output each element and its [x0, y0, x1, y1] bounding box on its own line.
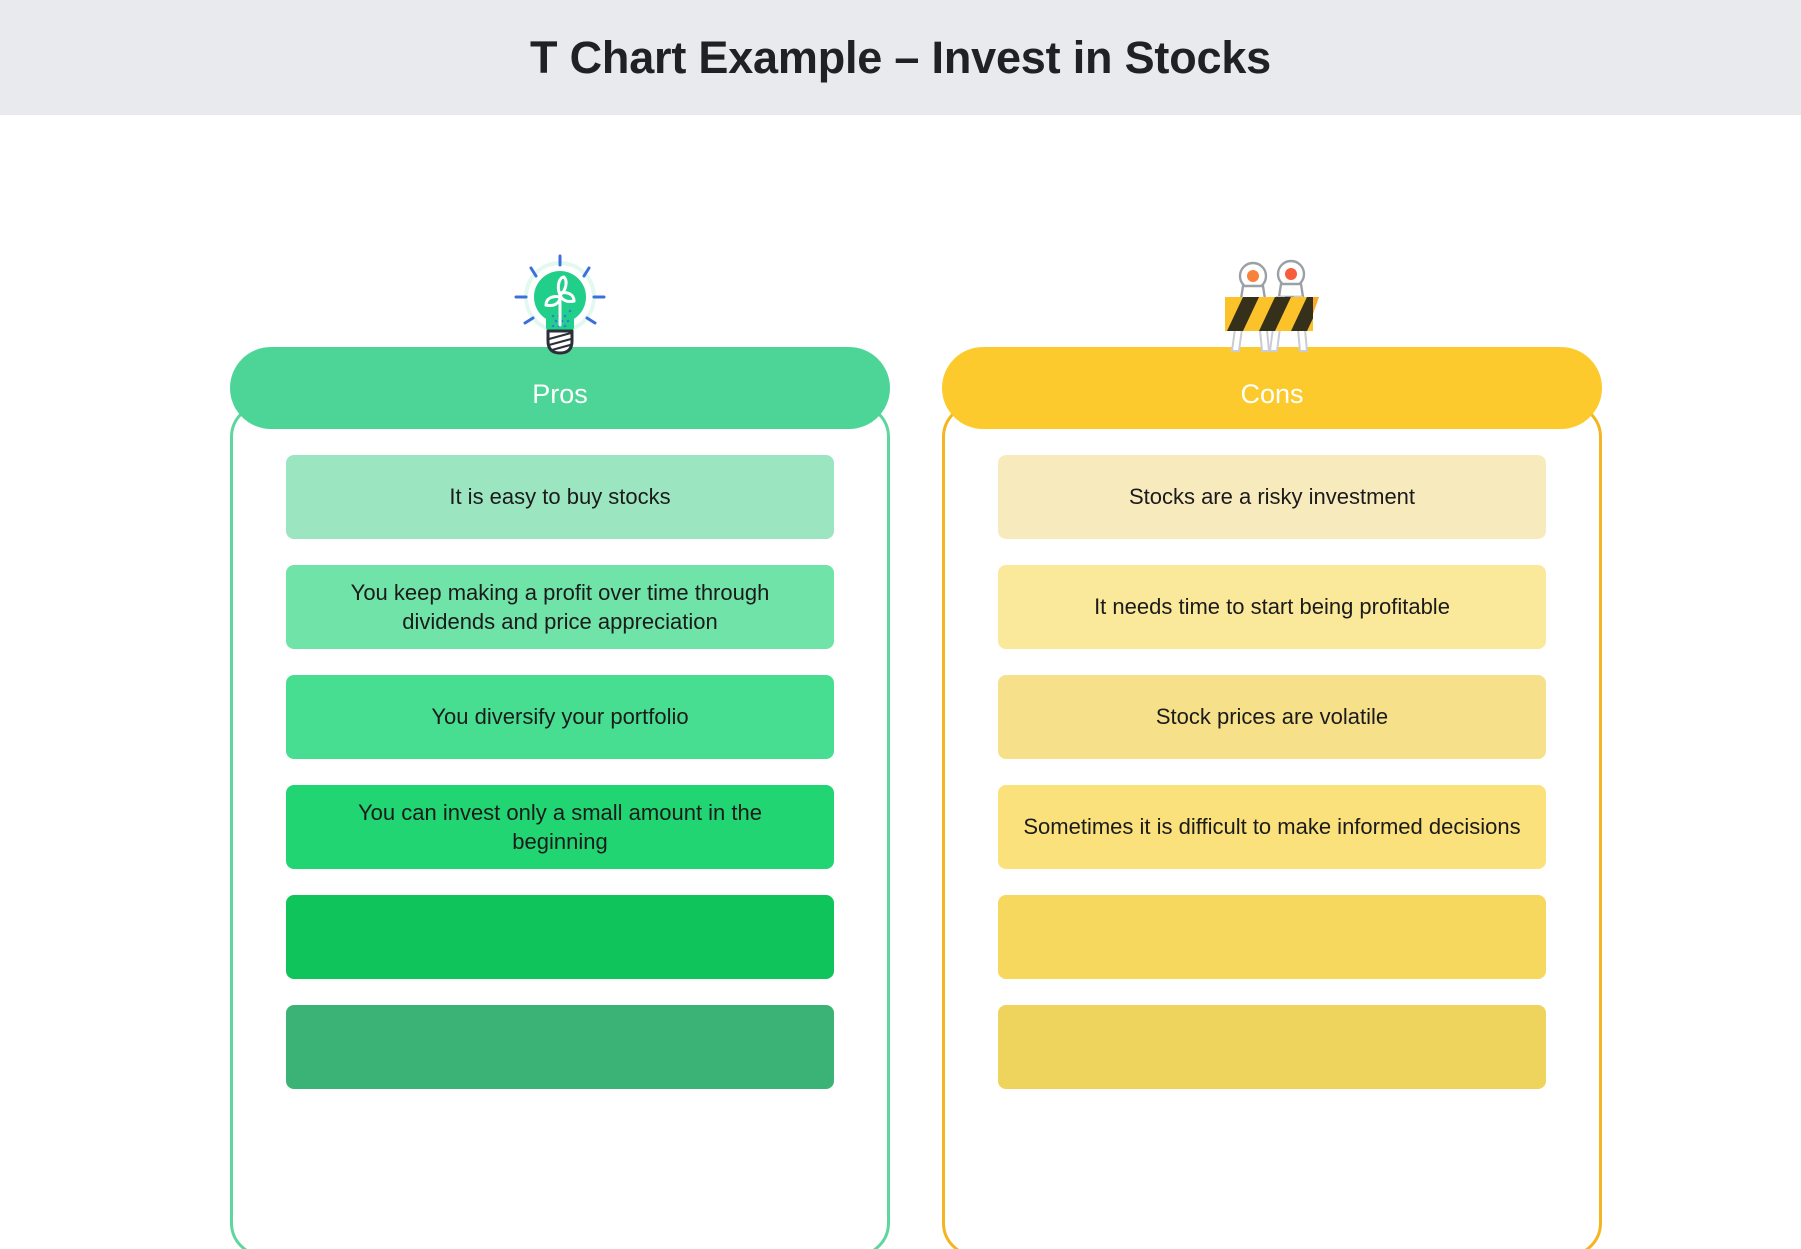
list-item-text: You diversify your portfolio	[431, 702, 688, 731]
list-item[interactable]: You can invest only a small amount in th…	[286, 785, 834, 869]
list-item-text: You can invest only a small amount in th…	[308, 798, 812, 856]
list-item[interactable]: It needs time to start being profitable	[998, 565, 1546, 649]
list-item-text: It needs time to start being profitable	[1094, 592, 1450, 621]
list-item[interactable]: You diversify your portfolio	[286, 675, 834, 759]
list-item[interactable]	[998, 895, 1546, 979]
list-item[interactable]	[998, 1005, 1546, 1089]
list-item-text: Stock prices are volatile	[1156, 702, 1388, 731]
pros-header-label: Pros	[532, 381, 588, 408]
list-item-text: Stocks are a risky investment	[1129, 482, 1415, 511]
list-item[interactable]	[286, 895, 834, 979]
list-item[interactable]	[286, 1005, 834, 1089]
list-item-text: Sometimes it is difficult to make inform…	[1023, 812, 1520, 841]
pros-column: Pros It is easy to buy stocks You keep m…	[230, 347, 890, 429]
list-item[interactable]: Stock prices are volatile	[998, 675, 1546, 759]
cons-header[interactable]: Cons	[942, 347, 1602, 429]
cons-column: Cons Stocks are a risky investment It ne…	[942, 347, 1602, 429]
t-chart-stage: Pros It is easy to buy stocks You keep m…	[0, 115, 1801, 1249]
list-item[interactable]: It is easy to buy stocks	[286, 455, 834, 539]
cons-header-label: Cons	[1240, 381, 1303, 408]
list-item[interactable]: You keep making a profit over time throu…	[286, 565, 834, 649]
list-item[interactable]: Sometimes it is difficult to make inform…	[998, 785, 1546, 869]
pros-item-list: It is easy to buy stocks You keep making…	[286, 455, 834, 1089]
page-title: T Chart Example – Invest in Stocks	[530, 35, 1271, 80]
list-item-text: It is easy to buy stocks	[449, 482, 670, 511]
list-item[interactable]: Stocks are a risky investment	[998, 455, 1546, 539]
title-bar: T Chart Example – Invest in Stocks	[0, 0, 1801, 115]
cons-item-list: Stocks are a risky investment It needs t…	[998, 455, 1546, 1089]
pros-header[interactable]: Pros	[230, 347, 890, 429]
list-item-text: You keep making a profit over time throu…	[308, 578, 812, 636]
road-barrier-icon	[1219, 259, 1325, 355]
lightbulb-icon	[508, 253, 612, 357]
